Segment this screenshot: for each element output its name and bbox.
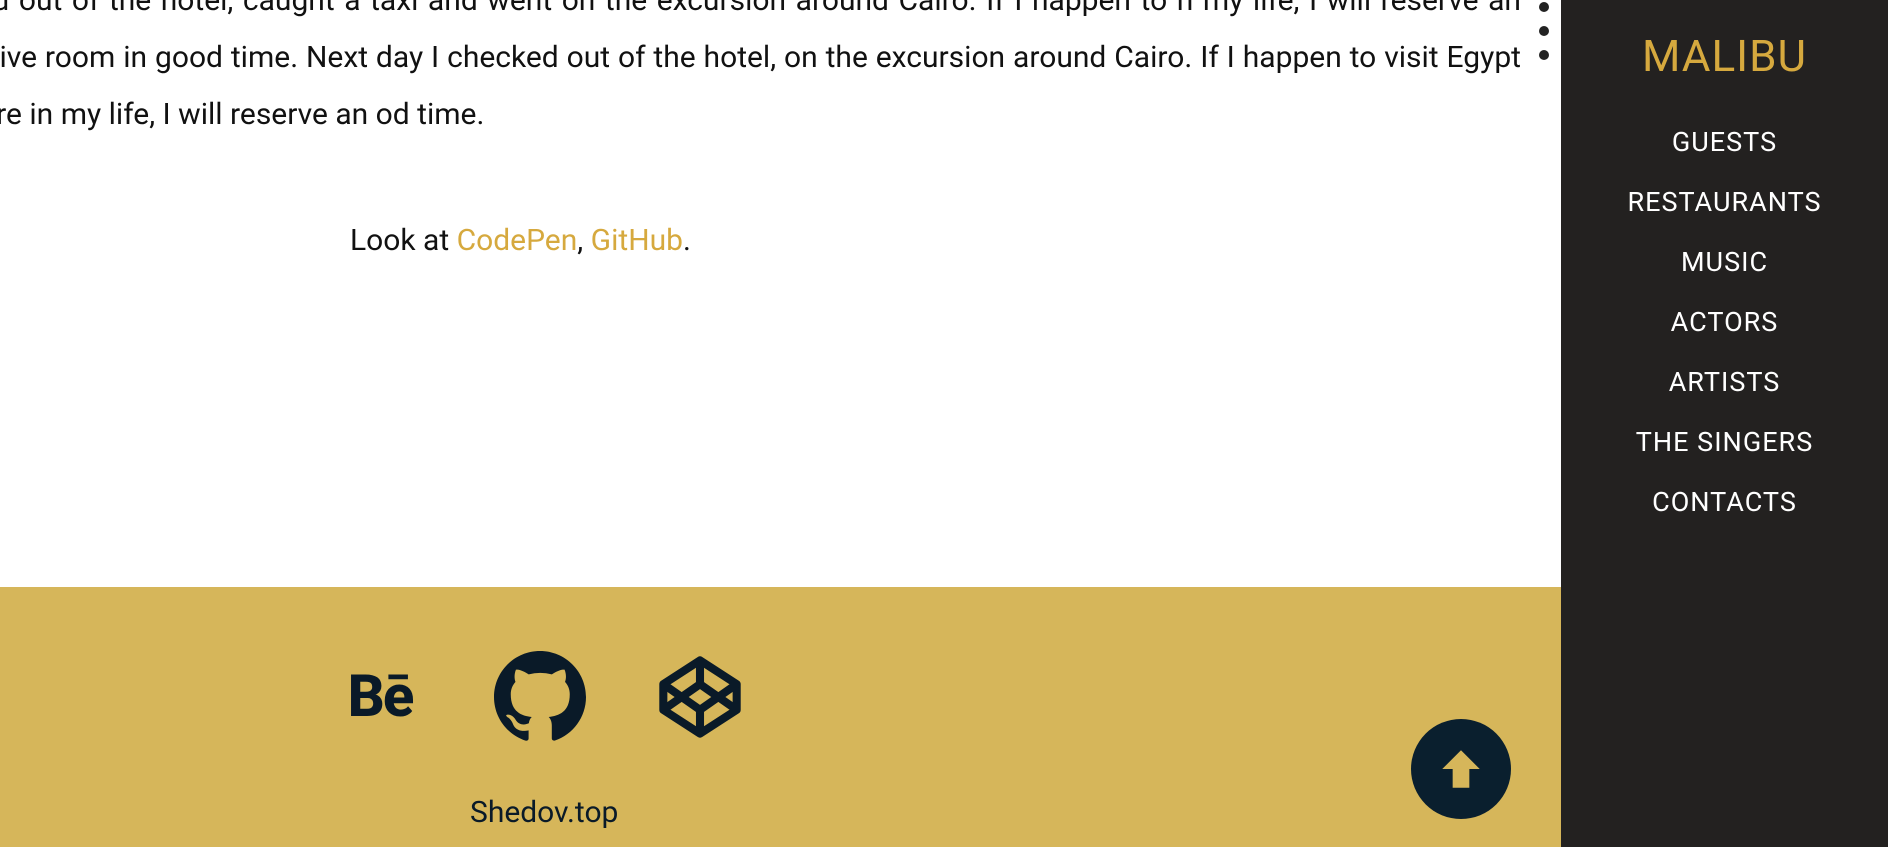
github-social-link[interactable]: [490, 647, 590, 747]
more-dots-icon[interactable]: [1539, 2, 1549, 60]
main-content: I checked out of the hotel, caught a tax…: [0, 0, 1561, 847]
nav-item-music[interactable]: MUSIC: [1561, 232, 1888, 292]
article-paragraph: I checked out of the hotel, caught a tax…: [0, 0, 1521, 143]
behance-link[interactable]: Bē: [330, 647, 430, 747]
scroll-to-top-button[interactable]: [1411, 719, 1511, 819]
codepen-social-link[interactable]: [650, 647, 750, 747]
social-links-row: Bē: [330, 647, 1561, 747]
arrow-up-icon: [1436, 744, 1486, 794]
codepen-link[interactable]: CodePen: [457, 223, 578, 258]
sidebar-nav: MALIBU GUESTS RESTAURANTS MUSIC ACTORS A…: [1561, 0, 1888, 847]
nav-item-restaurants[interactable]: RESTAURANTS: [1561, 172, 1888, 232]
nav-item-singers[interactable]: THE SINGERS: [1561, 412, 1888, 472]
codepen-icon: [656, 653, 744, 741]
look-prefix: Look at: [350, 223, 457, 258]
nav-item-actors[interactable]: ACTORS: [1561, 292, 1888, 352]
look-suffix: .: [683, 223, 691, 258]
github-icon: [492, 649, 588, 745]
nav-item-guests[interactable]: GUESTS: [1561, 112, 1888, 172]
github-link[interactable]: GitHub: [591, 223, 683, 258]
article-body: I checked out of the hotel, caught a tax…: [0, 0, 1561, 143]
footer-site-link[interactable]: Shedov.top: [470, 795, 1561, 830]
nav-item-contacts[interactable]: CONTACTS: [1561, 472, 1888, 532]
look-at-line: Look at CodePen, GitHub.: [350, 223, 1561, 258]
brand-logo[interactable]: MALIBU: [1561, 30, 1888, 82]
nav-menu: GUESTS RESTAURANTS MUSIC ACTORS ARTISTS …: [1561, 112, 1888, 532]
nav-item-artists[interactable]: ARTISTS: [1561, 352, 1888, 412]
behance-icon: Bē: [348, 663, 413, 731]
page-footer: Bē Shedov.top: [0, 587, 1561, 847]
look-sep: ,: [577, 223, 590, 258]
